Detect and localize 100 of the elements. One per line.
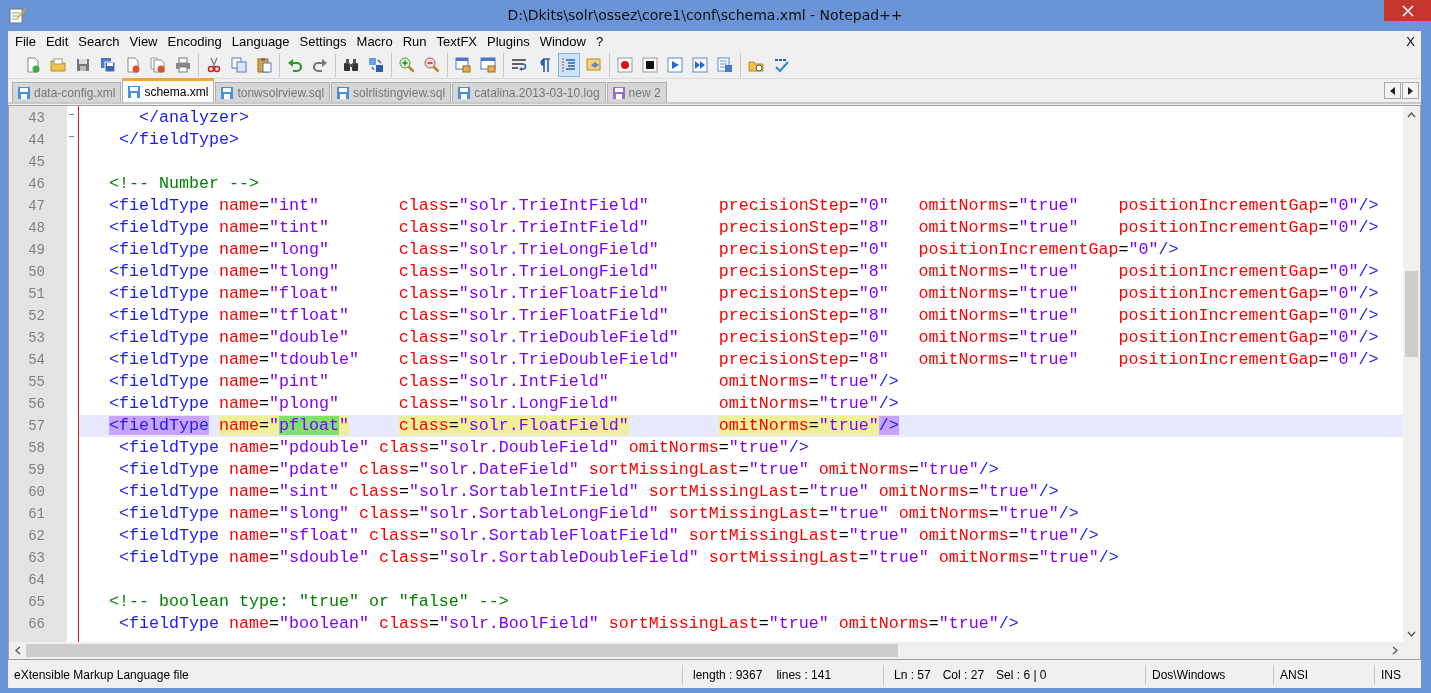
code-text: class="solr.TrieDoubleField" <box>398 327 680 349</box>
code-text: class="solr.TrieDoubleField" <box>398 349 680 371</box>
code-text: omitNorms="true" <box>918 195 1080 217</box>
code-text: positionIncrementGap="0"/> <box>1118 283 1379 305</box>
code-text: positionIncrementGap="0"/> <box>1118 261 1379 283</box>
code-text: precisionStep="8" <box>718 261 890 283</box>
code-text: omitNorms="true" <box>918 305 1080 327</box>
code-text: <fieldType name="double" <box>109 327 350 349</box>
line-number: 46 <box>27 175 46 194</box>
code-text: positionIncrementGap="0"/> <box>1118 327 1379 349</box>
code-text: class="solr.TrieLongField" <box>398 261 660 283</box>
code-text: class="solr.TrieIntField" <box>398 195 650 217</box>
line-number: 52 <box>27 307 46 326</box>
code-text: <!-- boolean type: "true" or "false" --> <box>108 591 509 613</box>
line-number: 44 <box>27 131 46 150</box>
close-button[interactable] <box>1384 0 1431 21</box>
menu-item[interactable]: Window <box>534 33 591 49</box>
code-text: omitNorms="true" <box>918 283 1080 305</box>
code-text: <fieldType name="sint" class="solr.SortableIntField" sortMissingLast="true" omitNorms="true"/> <box>118 481 1059 503</box>
code-text: class="solr.LongField" <box>398 393 620 415</box>
menu-item[interactable]: Edit <box>40 33 74 49</box>
line-number: 59 <box>27 461 46 480</box>
code-text: <fieldType name="plong" <box>109 393 340 415</box>
menu-item[interactable]: Settings <box>294 33 352 49</box>
line-number: 45 <box>27 153 46 172</box>
code-text: class="solr.TrieFloatField" <box>398 305 670 327</box>
code-text: omitNorms="true" <box>918 261 1080 283</box>
menu-item[interactable]: File <box>10 33 41 49</box>
vertical-scrollbar[interactable] <box>1403 106 1420 642</box>
status-text: eXtensible Markup Language file <box>14 667 189 684</box>
status-text: length : 9367 <box>693 667 763 684</box>
status-text: Sel : 6 | 0 <box>996 667 1047 684</box>
code-text: <fieldType name="tfloat" <box>109 305 350 327</box>
code-text: positionIncrementGap="0"/> <box>1118 305 1379 327</box>
line-number: 64 <box>27 571 46 590</box>
menu-item[interactable]: Language <box>226 33 295 49</box>
line-number: 62 <box>27 527 46 546</box>
line-number: 50 <box>27 263 46 282</box>
line-number: 54 <box>27 351 46 370</box>
file-tab[interactable]: schema.xml <box>122 78 215 102</box>
code-text: <fieldType name="long" <box>109 239 330 261</box>
status-text: Col : 27 <box>942 667 985 684</box>
code-text: omitNorms="true" <box>918 217 1080 239</box>
code-text: positionIncrementGap="0"/> <box>1118 349 1379 371</box>
menu-item[interactable]: Search <box>73 33 125 49</box>
line-number: 63 <box>27 549 46 568</box>
code-text: precisionStep="8" <box>718 217 890 239</box>
code-text: class="solr.TrieLongField" <box>398 239 660 261</box>
line-number: 61 <box>27 505 46 524</box>
code-text: positionIncrementGap="0"/> <box>1118 195 1379 217</box>
code-text: omitNorms="true"/> <box>718 393 899 415</box>
code-text: <!-- Number --> <box>108 173 259 195</box>
code-text: omitNorms="true"/> <box>718 415 899 437</box>
menu-item[interactable]: Plugins <box>482 33 535 49</box>
menu-item[interactable]: Run <box>397 33 432 49</box>
scrollbar-thumb[interactable] <box>26 644 898 657</box>
line-number: 57 <box>27 417 46 436</box>
code-text: <fieldType name="pdate" class="solr.DateField" sortMissingLast="true" omitNorms="true"/> <box>118 459 999 481</box>
code-text: omitNorms="true" <box>918 327 1080 349</box>
code-text: class="solr.TrieFloatField" <box>398 283 670 305</box>
code-text: <fieldType name="tdouble" <box>109 349 360 371</box>
code-text: omitNorms="true" <box>918 349 1080 371</box>
scrollbar-thumb[interactable] <box>1405 271 1418 357</box>
code-text: precisionStep="0" <box>718 195 890 217</box>
notepad-icon <box>8 6 26 24</box>
code-text: <fieldType name="pint" <box>109 371 330 393</box>
scroll-right-icon[interactable] <box>1402 82 1419 99</box>
code-text: class="solr.TrieIntField" <box>398 217 650 239</box>
line-number: 66 <box>27 615 46 634</box>
menu-item[interactable]: ? <box>590 33 609 49</box>
code-text: positionIncrementGap="0"/> <box>1118 217 1379 239</box>
code-text: class="solr.IntField" <box>398 371 610 393</box>
status-text: Dos\Windows <box>1152 667 1226 684</box>
code-text: <fieldType name="tint" <box>109 217 330 239</box>
line-number: 51 <box>27 285 46 304</box>
code-text: <fieldType name="boolean" class="solr.BoolField" sortMissingLast="true" omitNorms="true"/> <box>118 613 1019 635</box>
line-number: 56 <box>27 395 46 414</box>
indent-guide-icon[interactable] <box>558 52 580 77</box>
code-text: precisionStep="0" <box>718 239 890 261</box>
menu-item[interactable]: TextFX <box>431 33 482 49</box>
close-document-button[interactable]: X <box>1400 33 1421 49</box>
code-text: class="solr.FloatField" <box>398 415 630 437</box>
scroll-left-icon[interactable] <box>1384 82 1401 99</box>
code-text: precisionStep="8" <box>718 305 890 327</box>
close-icon <box>1401 4 1414 17</box>
line-number: 47 <box>27 197 46 216</box>
menu-item[interactable]: Macro <box>351 33 398 49</box>
code-text: <fieldType name="float" <box>109 283 340 305</box>
code-text: <fieldType name="int" <box>109 195 320 217</box>
menu-item[interactable]: Encoding <box>162 33 227 49</box>
line-number: 60 <box>27 483 46 502</box>
line-number: 43 <box>27 109 46 128</box>
line-number: 65 <box>27 593 46 612</box>
line-number: 53 <box>27 329 46 348</box>
code-text: <fieldType name="tlong" <box>109 261 340 283</box>
code-text: positionIncrementGap="0"/> <box>918 239 1179 261</box>
status-text: INS <box>1381 667 1401 684</box>
code-text: precisionStep="0" <box>718 327 890 349</box>
menu-item[interactable]: View <box>124 33 163 49</box>
status-text: Ln : 57 <box>894 667 931 684</box>
